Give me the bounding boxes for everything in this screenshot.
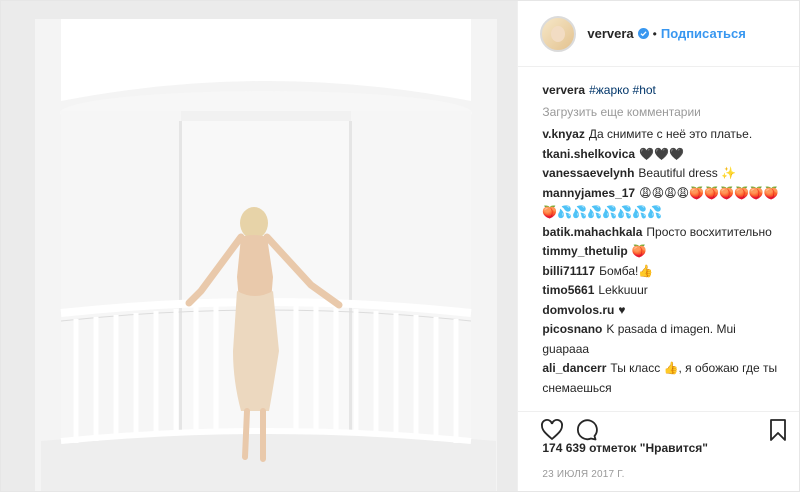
post-date: 23 ИЮЛЯ 2017 Г.: [542, 469, 625, 480]
comment: batik.mahachkala Просто восхитительно: [542, 223, 783, 243]
instagram-post: ververa • Подписаться ververa #жарко #hot…: [0, 0, 800, 492]
load-more-comments-button[interactable]: Загрузить еще комментарии: [542, 103, 783, 123]
comment-text: 🍑: [631, 244, 647, 258]
post-photo[interactable]: [1, 1, 519, 491]
comment-username[interactable]: vanessaevelynh: [542, 166, 634, 180]
comment-username[interactable]: ali_dancerr: [542, 361, 606, 375]
comment: timo5661 Lekkuuur: [542, 281, 783, 301]
comment: tkani.shelkovica 🖤🖤🖤: [542, 145, 783, 165]
comment-username[interactable]: picosnano: [542, 322, 602, 336]
comment-username[interactable]: domvolos.ru: [542, 303, 614, 317]
comments-list: ververa #жарко #hot Загрузить еще коммент…: [542, 81, 783, 398]
comment-icon[interactable]: [574, 418, 599, 442]
comment: mannyjames_17 😩😩😩😩🍑🍑🍑🍑🍑🍑🍑💦💦💦💦💦💦💦: [542, 184, 783, 223]
comment-username[interactable]: mannyjames_17: [542, 186, 635, 200]
comment-username[interactable]: timo5661: [542, 283, 594, 297]
post-header: ververa • Подписаться: [518, 1, 799, 67]
comment-text: 🖤🖤🖤: [639, 146, 684, 161]
comment-username[interactable]: v.knyaz: [542, 127, 584, 141]
comment-text: Бомба!👍: [599, 263, 654, 278]
avatar[interactable]: [540, 15, 577, 52]
likes-count[interactable]: 174 639 отметок "Нравится": [542, 441, 708, 455]
post-sidebar: ververa • Подписаться ververa #жарко #hot…: [518, 1, 800, 491]
comment: domvolos.ru ♥: [542, 301, 783, 321]
caption: ververa #жарко #hot: [542, 81, 783, 101]
comment: vanessaevelynh Beautiful dress ✨: [542, 164, 783, 184]
follow-button[interactable]: Подписаться: [661, 26, 746, 41]
caption-hashtags[interactable]: #жарко #hot: [589, 83, 656, 97]
verified-badge-icon: [637, 28, 649, 39]
comment-username[interactable]: tkani.shelkovica: [542, 147, 635, 161]
comment-username[interactable]: timmy_thetulip: [542, 244, 627, 258]
comment: v.knyaz Да снимите с неё это платье.: [542, 125, 783, 145]
comment: billi71117 Бомба!👍: [542, 262, 783, 282]
comment-text: Lekkuuur: [598, 283, 648, 297]
comment-username[interactable]: billi71117: [542, 264, 595, 278]
caption-username[interactable]: ververa: [542, 83, 585, 97]
comment-text: Да снимите с неё это платье.: [588, 127, 753, 141]
comment-username[interactable]: batik.mahachkala: [542, 225, 642, 239]
comment: ali_dancerr Ты класс 👍, я обожаю где ты с…: [542, 359, 783, 398]
comment: picosnano K pasada d imagen. Mui guapaaa: [542, 320, 783, 359]
comment-text: ♥: [618, 302, 626, 317]
comment-text: Beautiful dress ✨: [638, 166, 737, 180]
separator-dot: •: [652, 26, 657, 41]
comment-text: Просто восхитительно: [646, 224, 772, 239]
bookmark-icon[interactable]: [768, 418, 788, 442]
photo-illustration: [1, 1, 518, 491]
profile-username[interactable]: ververa: [587, 26, 633, 41]
heart-icon[interactable]: [540, 418, 564, 442]
comment: timmy_thetulip 🍑: [542, 242, 783, 262]
